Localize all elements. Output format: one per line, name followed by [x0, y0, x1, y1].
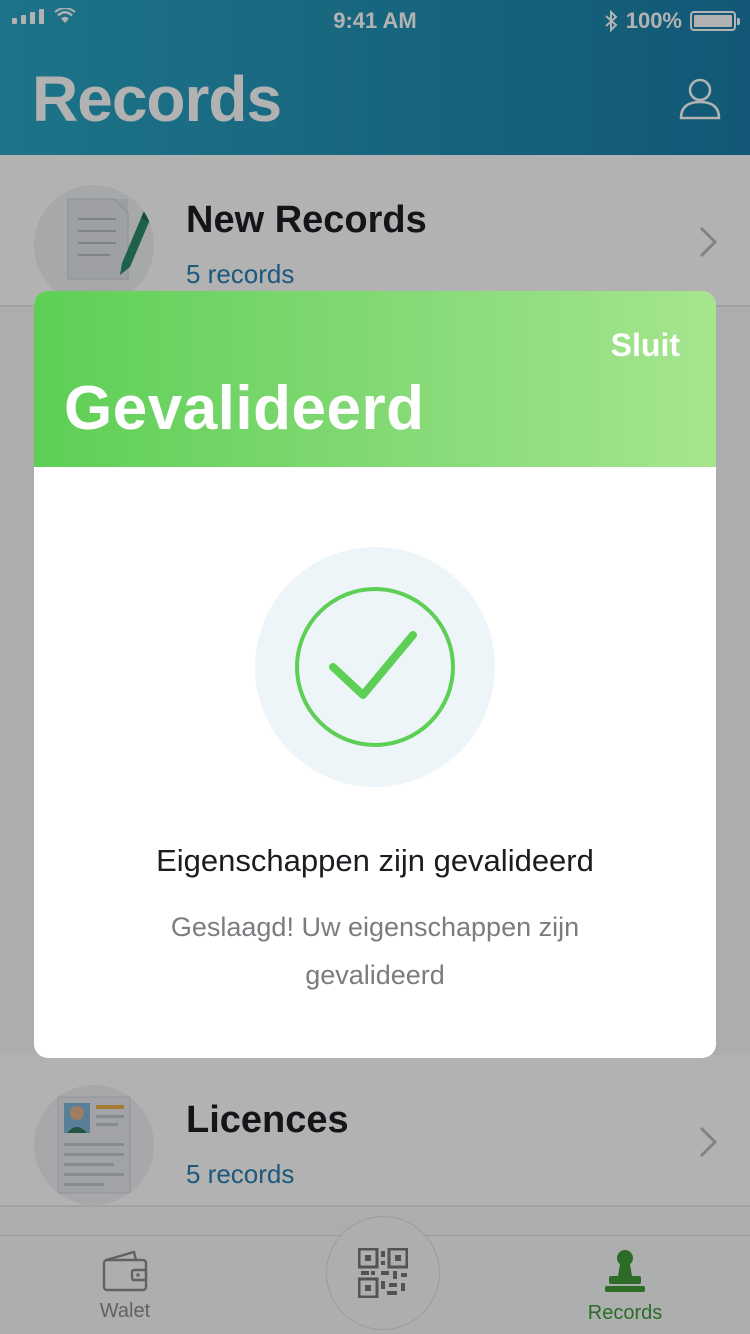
- validation-modal: Sluit Gevalideerd Eigenschappen zijn gev…: [34, 291, 716, 1058]
- checkmark-icon: [295, 587, 455, 747]
- close-button[interactable]: Sluit: [611, 327, 680, 364]
- modal-message: Geslaagd! Uw eigenschappen zijn gevalide…: [170, 912, 580, 990]
- modal-header: Sluit Gevalideerd: [34, 291, 716, 467]
- success-badge: [255, 547, 495, 787]
- modal-title: Gevalideerd: [64, 374, 425, 443]
- modal-heading: Eigenschappen zijn gevalideerd: [156, 843, 594, 878]
